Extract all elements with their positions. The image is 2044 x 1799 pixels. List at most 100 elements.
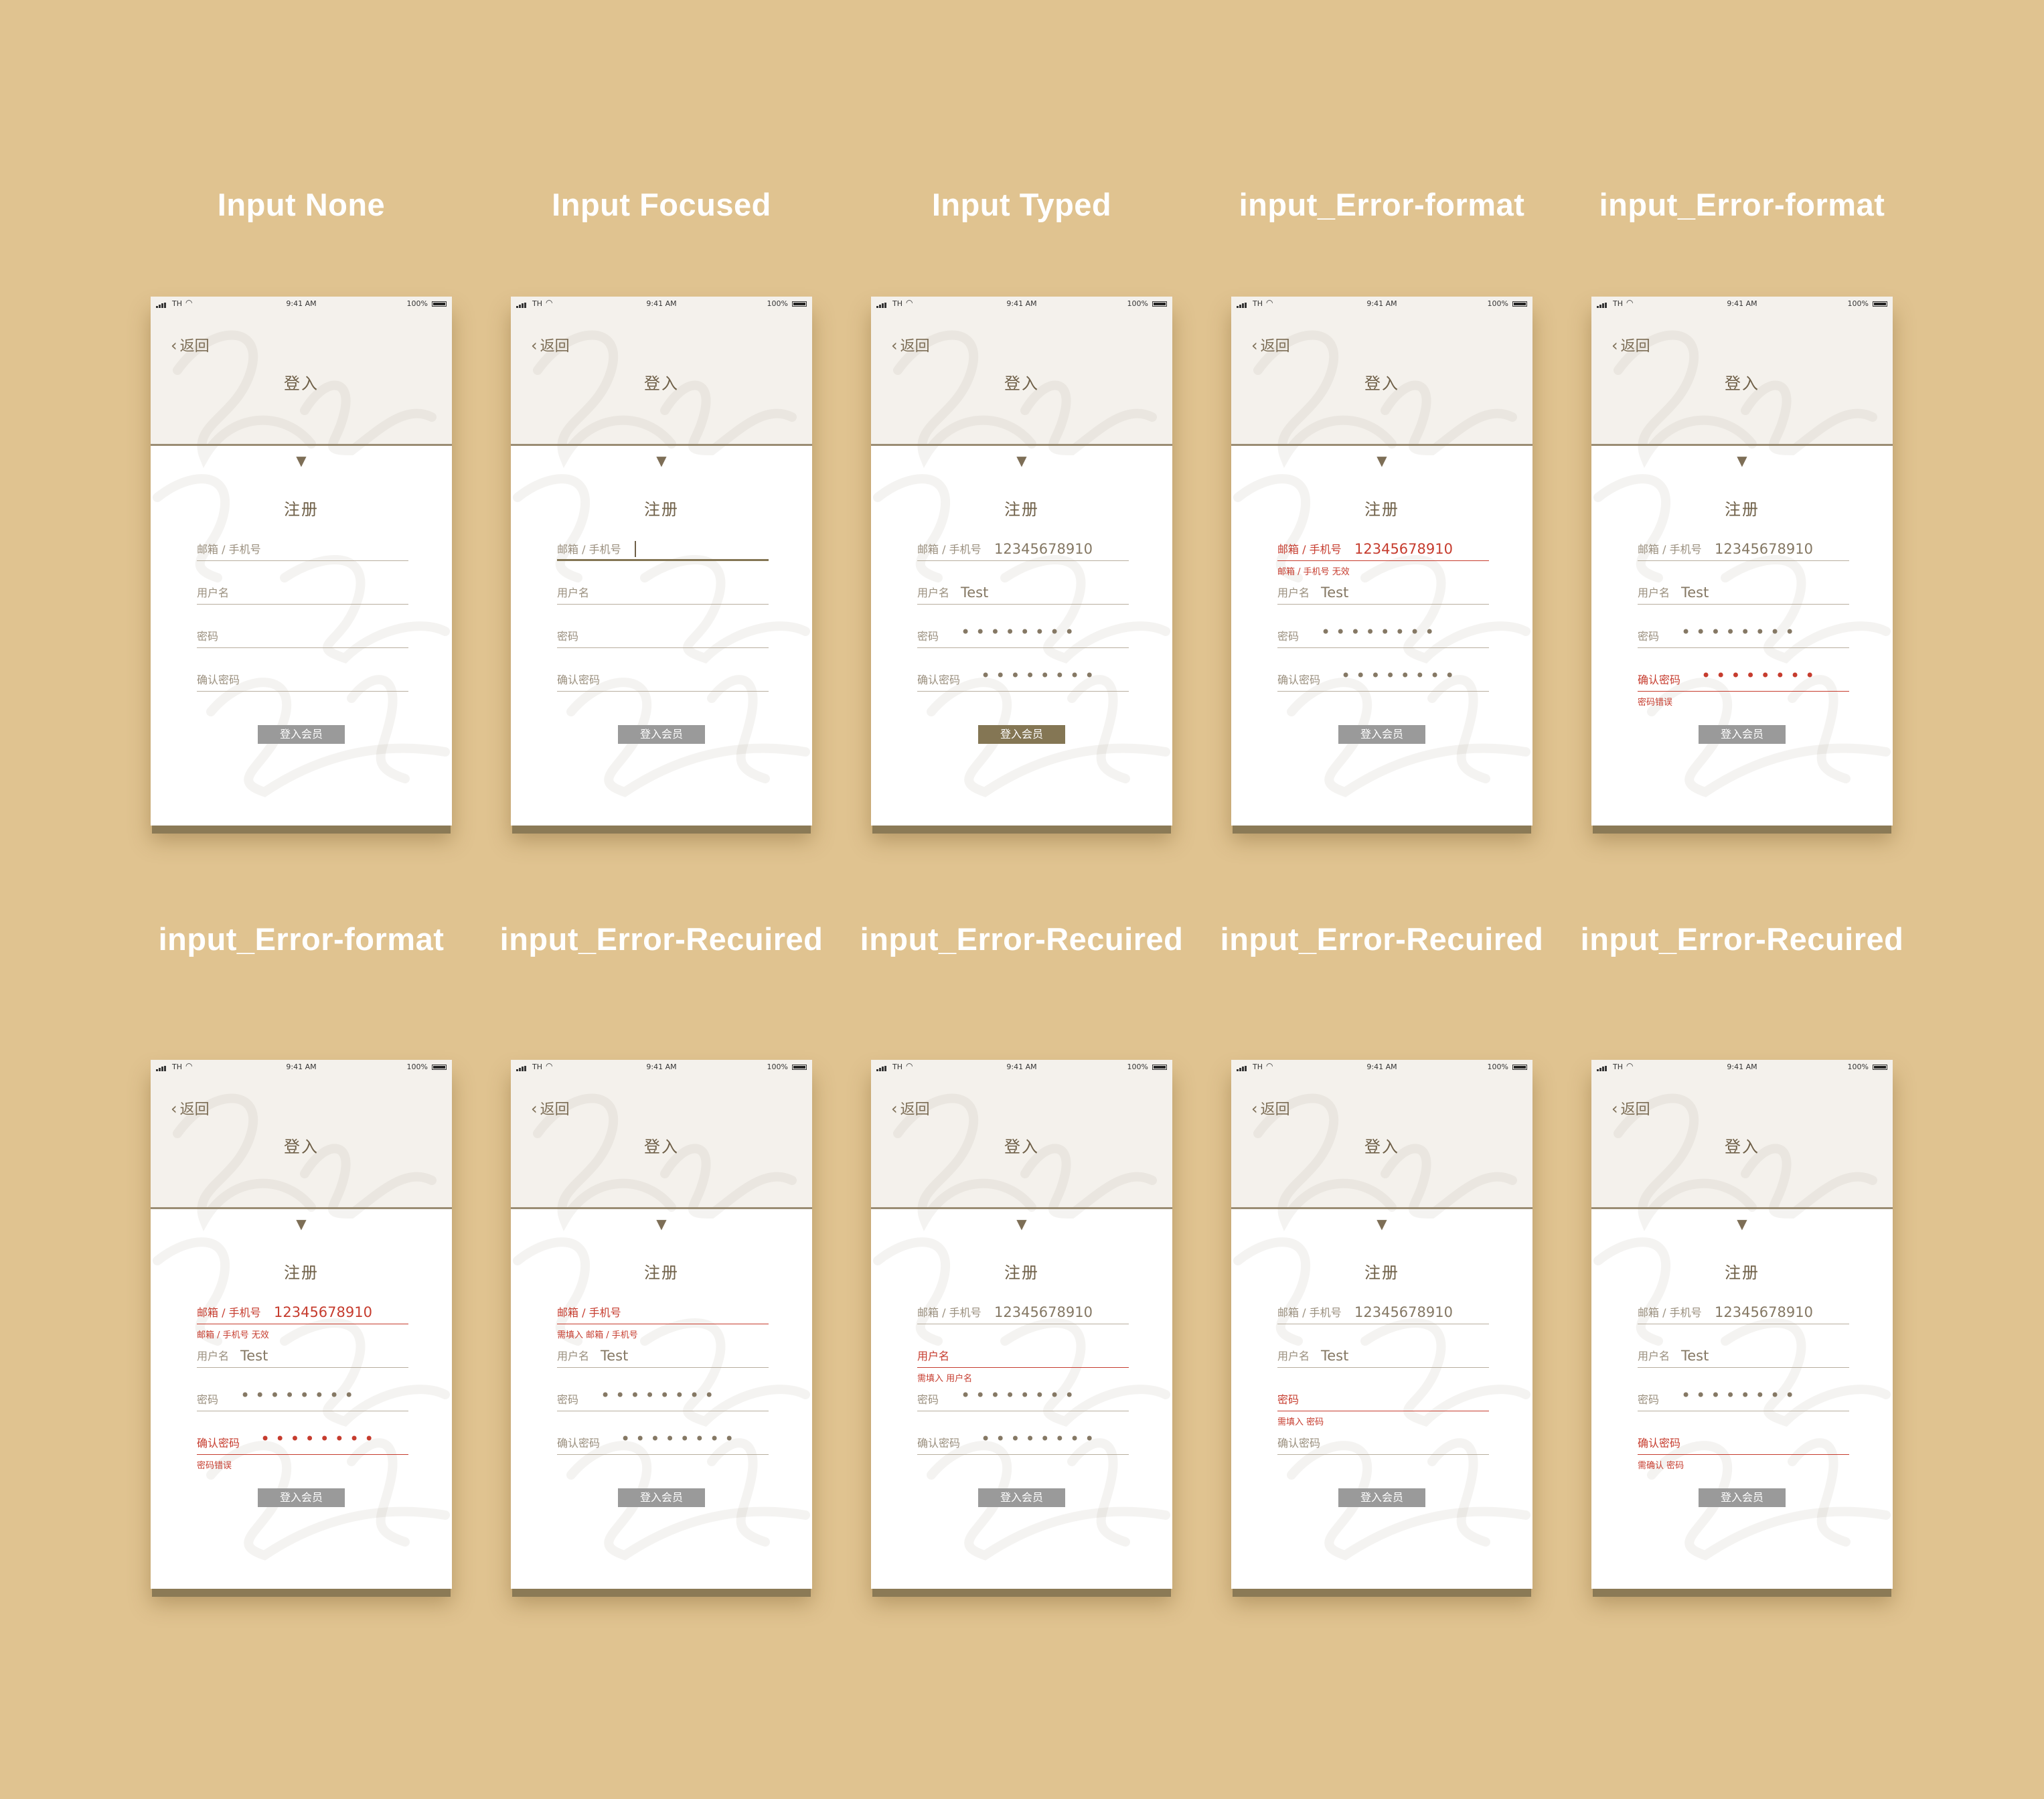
login-member-button[interactable]: 登入会员 [258, 725, 345, 744]
chevron-left-icon: ‹ [1611, 1099, 1618, 1118]
back-button[interactable]: ‹ 返回 [1611, 334, 1650, 356]
confirm-password-field[interactable]: 确认密码 •••••••• [557, 1428, 769, 1455]
triangle-down-icon: ▼ [296, 1216, 307, 1232]
error-message: 邮箱 / 手机号 无效 [1277, 567, 1350, 577]
email-phone-field[interactable]: 邮箱 / 手机号 [557, 1298, 769, 1324]
error-message: 邮箱 / 手机号 无效 [197, 1330, 269, 1340]
login-member-button[interactable]: 登入会员 [1338, 1488, 1425, 1507]
error-message: 密码错误 [197, 1461, 232, 1471]
confirm-password-field[interactable]: 确认密码 •••••••• [197, 1428, 408, 1455]
username-field[interactable]: 用户名 Test [197, 1341, 408, 1368]
page-title: 登入 [1004, 374, 1039, 393]
triangle-down-icon: ▼ [1377, 1216, 1387, 1232]
password-field[interactable]: 密码 •••••••• [197, 1385, 408, 1411]
login-member-button[interactable]: 登入会员 [618, 725, 705, 744]
back-button[interactable]: ‹ 返回 [171, 1097, 210, 1119]
username-field[interactable]: 用户名 Test [1277, 1341, 1489, 1368]
username-field[interactable]: 用户名 [917, 1341, 1129, 1368]
back-button[interactable]: ‹ 返回 [531, 334, 570, 356]
username-field[interactable]: 用户名 [197, 578, 408, 605]
username-field[interactable]: 用户名 Test [1638, 1341, 1849, 1368]
field-label: 用户名 [1277, 586, 1310, 599]
page-title: 登入 [644, 374, 679, 393]
back-button[interactable]: ‹ 返回 [891, 334, 930, 356]
confirm-password-field[interactable]: 确认密码 •••••••• [1638, 665, 1849, 692]
field-underline [1277, 560, 1489, 561]
field-underline [917, 647, 1129, 648]
password-field[interactable]: 密码 •••••••• [557, 1385, 769, 1411]
login-member-button[interactable]: 登入会员 [1699, 725, 1786, 744]
password-field[interactable]: 密码 •••••••• [917, 621, 1129, 648]
page-title: 登入 [1725, 1138, 1759, 1156]
password-field[interactable]: 密码 [557, 621, 769, 648]
phone-screen: TH ◠ 9:41 AM 100% ‹ 返回 登入 ▼ 注册 邮箱 / 手机号 1234567891… [871, 297, 1172, 826]
username-field[interactable]: 用户名 Test [1638, 578, 1849, 605]
username-field[interactable]: 用户名 Test [1277, 578, 1489, 605]
confirm-password-field[interactable]: 确认密码 [197, 665, 408, 692]
battery-icon [432, 301, 447, 307]
confirm-password-field[interactable]: 确认密码 [1277, 1428, 1489, 1455]
login-member-button[interactable]: 登入会员 [258, 1488, 345, 1507]
confirm-password-field[interactable]: 确认密码 •••••••• [917, 1428, 1129, 1455]
username-field[interactable]: 用户名 Test [557, 1341, 769, 1368]
battery-icon [1512, 1065, 1527, 1070]
status-bar: TH ◠ 9:41 AM 100% [1231, 297, 1532, 313]
email-phone-field[interactable]: 邮箱 / 手机号 12345678910 [917, 1298, 1129, 1324]
register-title: 注册 [644, 1263, 679, 1282]
field-label: 邮箱 / 手机号 [1638, 543, 1702, 556]
back-label: 返回 [179, 1101, 210, 1118]
email-phone-field[interactable]: 邮箱 / 手机号 12345678910 [1638, 1298, 1849, 1324]
email-phone-field[interactable]: 邮箱 / 手机号 [557, 534, 769, 561]
confirm-password-field[interactable]: 确认密码 •••••••• [917, 665, 1129, 692]
email-phone-field[interactable]: 邮箱 / 手机号 12345678910 [197, 1298, 408, 1324]
username-field[interactable]: 用户名 [557, 578, 769, 605]
masked-value: •••••••• [1321, 623, 1440, 641]
password-field[interactable]: 密码 •••••••• [917, 1385, 1129, 1411]
password-field[interactable]: 密码 [1277, 1385, 1489, 1411]
password-field[interactable]: 密码 •••••••• [1638, 1385, 1849, 1411]
back-button[interactable]: ‹ 返回 [1611, 1097, 1650, 1119]
login-member-button[interactable]: 登入会员 [1338, 725, 1425, 744]
page-title: 登入 [1004, 1138, 1039, 1156]
field-value: 12345678910 [994, 541, 1093, 557]
login-member-button[interactable]: 登入会员 [978, 725, 1065, 744]
back-button[interactable]: ‹ 返回 [531, 1097, 570, 1119]
password-field[interactable]: 密码 •••••••• [1277, 621, 1489, 648]
field-underline [917, 1323, 1129, 1324]
field-underline [197, 603, 408, 605]
email-phone-field[interactable]: 邮箱 / 手机号 12345678910 [1638, 534, 1849, 561]
register-title: 注册 [644, 500, 679, 519]
email-phone-field[interactable]: 邮箱 / 手机号 12345678910 [1277, 534, 1489, 561]
field-underline [1638, 560, 1849, 561]
register-title: 注册 [1004, 1263, 1039, 1282]
back-button[interactable]: ‹ 返回 [1251, 1097, 1290, 1119]
status-bar: TH ◠ 9:41 AM 100% [1231, 1060, 1532, 1076]
field-value: 12345678910 [1354, 541, 1453, 557]
back-button[interactable]: ‹ 返回 [1251, 334, 1290, 356]
battery-icon [1873, 1065, 1887, 1070]
field-label: 用户名 [557, 1350, 590, 1362]
username-field[interactable]: 用户名 Test [917, 578, 1129, 605]
email-phone-field[interactable]: 邮箱 / 手机号 12345678910 [1277, 1298, 1489, 1324]
login-member-button[interactable]: 登入会员 [978, 1488, 1065, 1507]
field-label: 确认密码 [1638, 674, 1681, 686]
screen-caption: input_Error-format [1599, 187, 1885, 222]
confirm-password-field[interactable]: 确认密码 [557, 665, 769, 692]
confirm-password-field[interactable]: 确认密码 [1638, 1428, 1849, 1455]
password-field[interactable]: 密码 [197, 621, 408, 648]
field-label: 邮箱 / 手机号 [917, 543, 981, 556]
password-field[interactable]: 密码 •••••••• [1638, 621, 1849, 648]
masked-value: •••••••• [240, 1386, 360, 1405]
error-message: 密码错误 [1638, 698, 1673, 708]
login-member-button[interactable]: 登入会员 [618, 1488, 705, 1507]
login-member-button[interactable]: 登入会员 [1699, 1488, 1786, 1507]
field-value: 12345678910 [1715, 541, 1813, 557]
back-button[interactable]: ‹ 返回 [171, 334, 210, 356]
back-button[interactable]: ‹ 返回 [891, 1097, 930, 1119]
email-phone-field[interactable]: 邮箱 / 手机号 [197, 534, 408, 561]
masked-value: •••••••• [1681, 1386, 1800, 1405]
email-phone-field[interactable]: 邮箱 / 手机号 12345678910 [917, 534, 1129, 561]
masked-value: •••••••• [601, 1386, 720, 1405]
confirm-password-field[interactable]: 确认密码 •••••••• [1277, 665, 1489, 692]
phone-screen: TH ◠ 9:41 AM 100% ‹ 返回 登入 ▼ 注册 邮箱 / 手机号 需填入 邮箱 / 手… [511, 1060, 812, 1589]
